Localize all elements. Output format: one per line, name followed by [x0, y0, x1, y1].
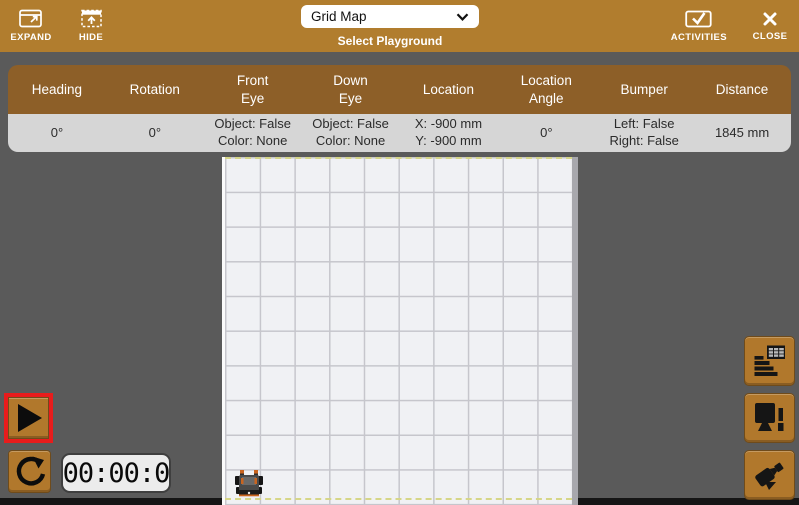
chevron-down-icon — [456, 13, 469, 21]
play-button-highlight — [4, 393, 53, 443]
monitor-pen-icon — [752, 400, 788, 436]
column-header-front-eye: Front Eye — [204, 65, 302, 114]
play-button[interactable] — [8, 397, 49, 439]
toolbar-right-group: ACTIVITIES CLOSE — [669, 0, 793, 52]
hide-window-icon — [81, 9, 102, 28]
expand-button-label: EXPAND — [10, 32, 51, 43]
reset-counterclockwise-icon — [12, 454, 48, 490]
sensor-dashboard-values: 0° 0° Object: False Color: None Object: … — [8, 114, 791, 152]
close-button-label: CLOSE — [753, 31, 788, 42]
value-rotation: 0° — [106, 114, 204, 152]
playground-grid-map — [222, 157, 578, 505]
toolbar-left-group: EXPAND HIDE — [8, 0, 114, 52]
value-distance: 1845 mm — [693, 114, 791, 152]
close-x-icon — [762, 11, 778, 27]
value-location-angle: 0° — [497, 114, 595, 152]
camera-icon — [752, 457, 788, 493]
column-header-down-eye: Down Eye — [302, 65, 400, 114]
column-header-distance: Distance — [693, 65, 791, 114]
robot-monitor-button[interactable] — [744, 393, 795, 443]
hide-button-label: HIDE — [79, 32, 103, 43]
column-header-rotation: Rotation — [106, 65, 204, 114]
timer-value: 00:00:0 — [63, 458, 170, 489]
value-location: X: -900 mm Y: -900 mm — [400, 114, 498, 152]
reset-button[interactable] — [8, 450, 51, 493]
activities-button[interactable]: ACTIVITIES — [669, 5, 729, 47]
column-header-bumper: Bumper — [595, 65, 693, 114]
expand-window-icon — [19, 9, 43, 28]
expand-button[interactable]: EXPAND — [8, 5, 54, 47]
sensor-dashboard-header: Heading Rotation Front Eye Down Eye Loca… — [8, 65, 791, 114]
activities-check-icon — [685, 9, 712, 28]
column-header-heading: Heading — [8, 65, 106, 114]
column-header-location: Location — [400, 65, 498, 114]
value-heading: 0° — [8, 114, 106, 152]
column-header-location-angle: Location Angle — [497, 65, 595, 114]
value-front-eye: Object: False Color: None — [204, 114, 302, 152]
play-icon — [14, 402, 44, 434]
camera-button[interactable] — [744, 450, 795, 500]
top-toolbar: EXPAND HIDE Grid Map Select Playg — [0, 0, 799, 52]
hide-button[interactable]: HIDE — [68, 5, 114, 47]
playground-select-group: Grid Map Select Playground — [296, 5, 484, 48]
playground-select[interactable]: Grid Map — [301, 5, 479, 28]
robot-sprite[interactable] — [232, 467, 266, 501]
dashboard-toggle-button[interactable] — [744, 336, 795, 386]
close-button[interactable]: CLOSE — [747, 7, 793, 46]
playground-select-caption: Select Playground — [296, 34, 484, 48]
playground-select-value: Grid Map — [311, 9, 367, 24]
value-down-eye: Object: False Color: None — [302, 114, 400, 152]
timer-display: 00:00:0 — [61, 453, 171, 493]
activities-button-label: ACTIVITIES — [671, 32, 727, 43]
sensor-dashboard: Heading Rotation Front Eye Down Eye Loca… — [8, 65, 791, 152]
value-bumper: Left: False Right: False — [595, 114, 693, 152]
dashboard-table-icon — [752, 343, 788, 379]
main-area: Heading Rotation Front Eye Down Eye Loca… — [0, 52, 799, 505]
